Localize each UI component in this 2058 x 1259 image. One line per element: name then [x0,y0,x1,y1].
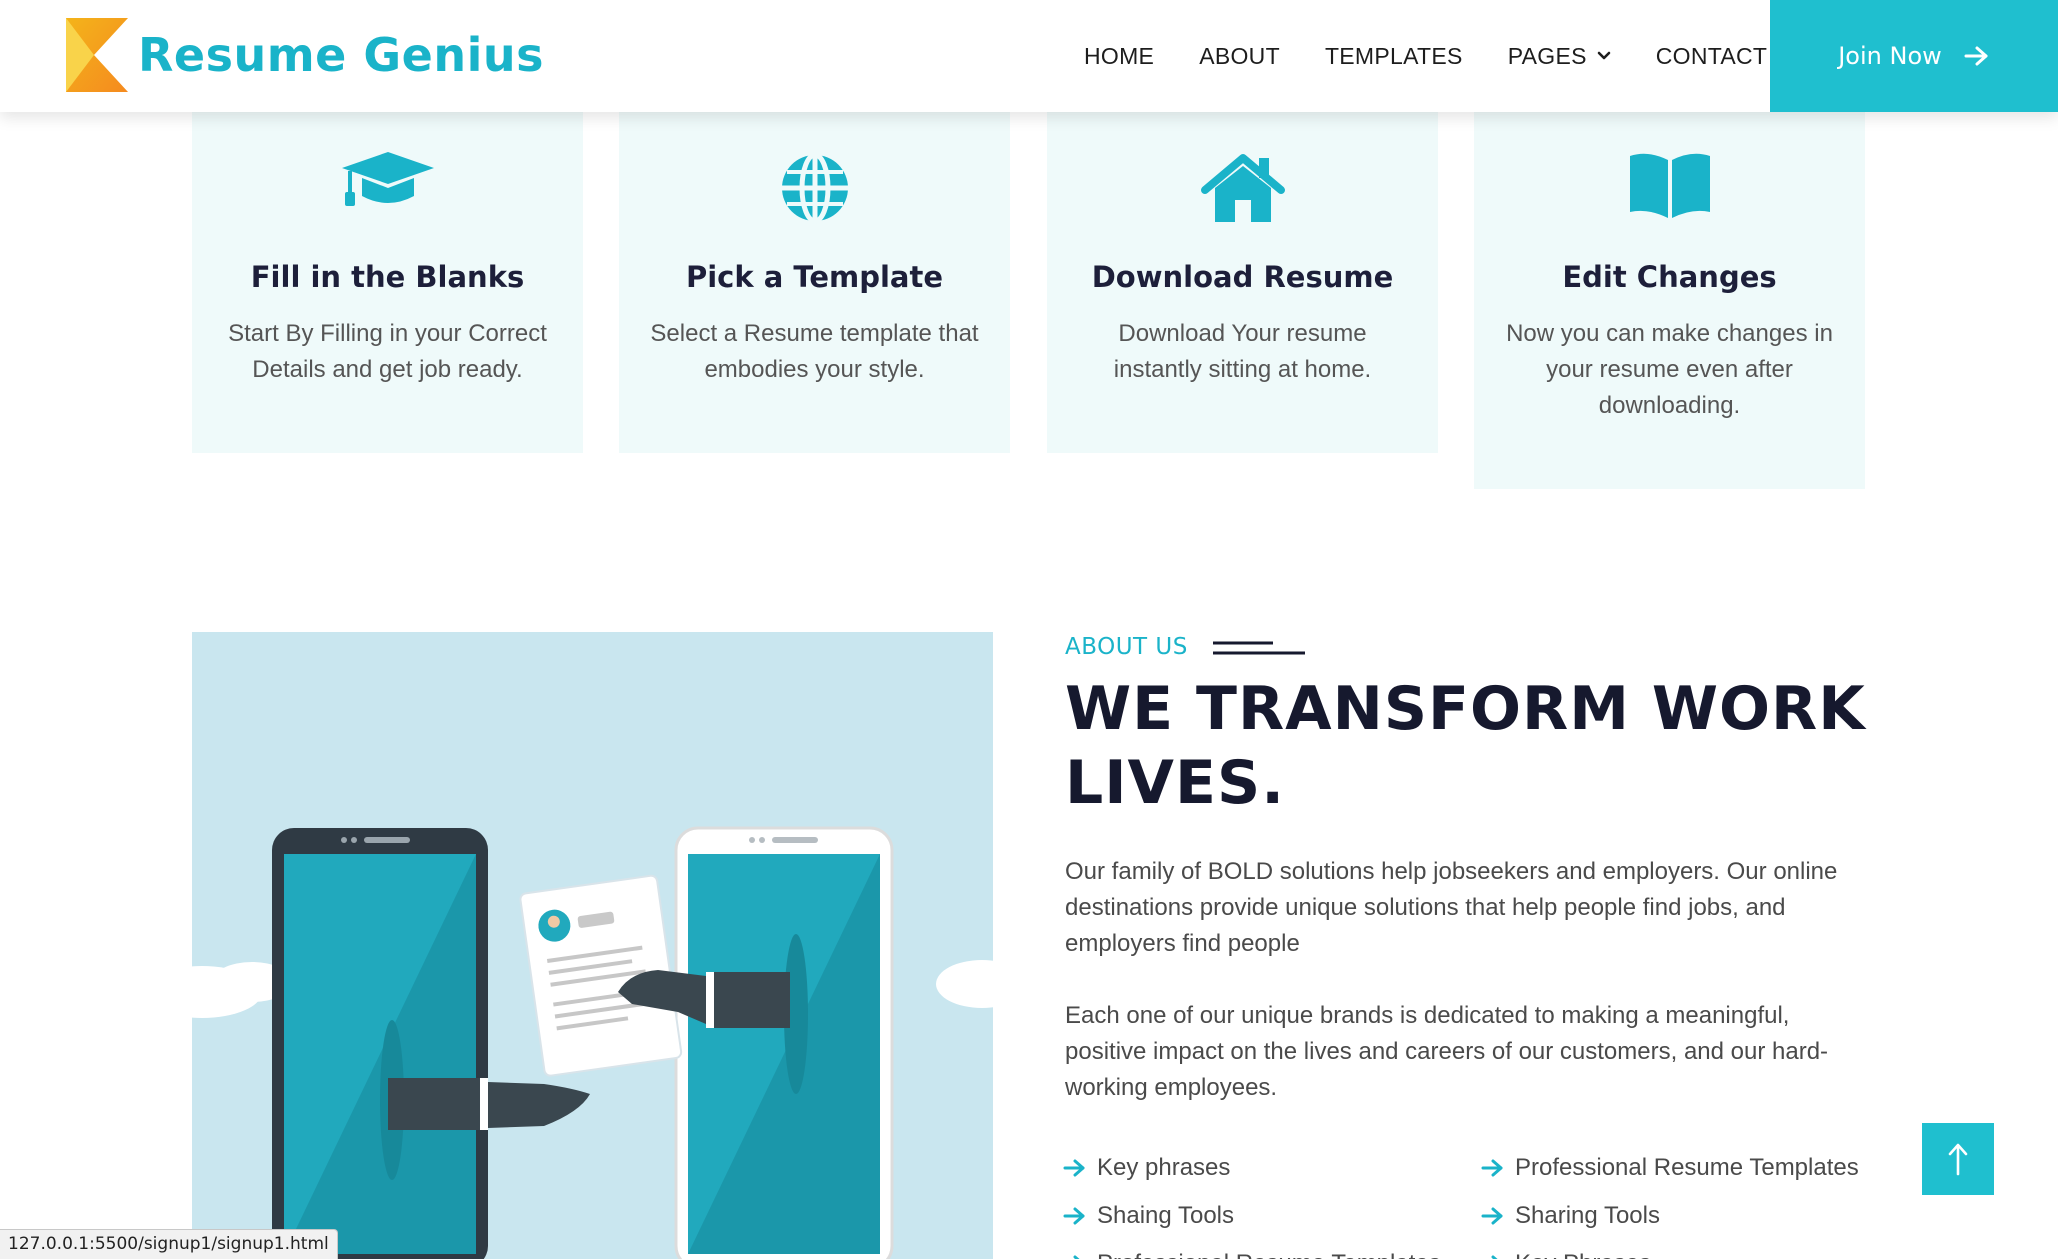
arrow-right-icon [1073,1255,1080,1259]
about-title: WE TRANSFORM WORK LIVES. [1065,674,1866,818]
list-item: Professional Resume Templates [1481,1144,1859,1192]
list-item-label: Key phrases [1097,1154,1231,1181]
arrow-up-icon [1948,1143,1968,1176]
list-item-label: Professional Resume Templates [1097,1250,1441,1259]
join-now-button[interactable]: Join Now [1770,0,2058,112]
card-title: Edit Changes [1562,260,1777,294]
nav-about[interactable]: ABOUT [1199,43,1280,70]
arrow-right-icon [1063,1207,1085,1225]
nav-pages[interactable]: PAGES [1508,43,1611,70]
logo[interactable]: Resume Genius [66,18,544,92]
back-to-top-button[interactable] [1922,1123,1994,1195]
chevron-down-icon [1597,51,1611,60]
main-nav: HOME ABOUT TEMPLATES PAGES CONTACT [1084,0,1812,112]
nav-templates-label: TEMPLATES [1324,42,1463,69]
card-text: Download Your resume instantly sitting a… [1113,320,1372,383]
nav-about-label: ABOUT [1199,42,1280,69]
nav-home[interactable]: HOME [1084,43,1154,70]
arrow-right-icon [1491,1255,1498,1259]
icon-wrap [619,152,1010,224]
icon-wrap [192,152,583,224]
nav-pages-label: PAGES [1507,42,1587,69]
feature-list-left: Key phrases Shaing Tools Professional Re… [1063,1144,1441,1259]
about-paragraph-1: Our family of BOLD solutions help jobsee… [1065,858,1838,957]
card-title: Download Resume [1091,260,1394,294]
nav-templates[interactable]: TEMPLATES [1325,43,1463,70]
list-item: Sharing Tools [1481,1192,1859,1240]
about-tag: ABOUT US [1065,634,1188,660]
card-text: Select a Resume template that embodies y… [650,320,979,383]
arrow-right-icon [1964,46,1988,66]
feature-card-download-resume: Download Resume Download Your resume ins… [1047,112,1438,453]
icon-wrap [1047,152,1438,224]
nav-contact[interactable]: CONTACT [1656,43,1768,70]
logo-mark-icon [66,18,128,92]
site-header: Resume Genius HOME ABOUT TEMPLATES PAGES… [0,0,2058,112]
browser-status-url: 127.0.0.1:5500/signup1/signup1.html [0,1229,338,1259]
nav-contact-label: CONTACT [1655,42,1768,69]
logo-text: Resume Genius [138,28,544,82]
arrow-right-icon [1481,1207,1503,1225]
list-item: Key Phrases [1481,1240,1859,1259]
tag-decoration-lines [1213,641,1305,655]
card-text: Now you can make changes in your resume … [1506,320,1833,419]
list-item-label: Professional Resume Templates [1515,1154,1859,1181]
about-paragraph-2: Each one of our unique brands is dedicat… [1065,1002,1829,1101]
nav-home-label: HOME [1084,42,1155,69]
feature-card-fill-blanks: Fill in the Blanks Start By Filling in y… [192,112,583,453]
list-item: Key phrases [1063,1144,1441,1192]
card-title: Pick a Template [685,260,944,294]
book-open-icon [1629,153,1710,218]
graduation-cap-icon [341,152,434,206]
card-text: Start By Filling in your Correct Details… [228,320,547,383]
feature-card-edit-changes: Edit Changes Now you can make changes in… [1474,112,1865,489]
join-now-label: Join Now [1838,42,1942,70]
home-icon [1200,154,1285,222]
feature-list-right: Professional Resume Templates Sharing To… [1481,1144,1859,1259]
about-illustration [192,632,993,1259]
list-item-label: Shaing Tools [1097,1202,1234,1229]
globe-icon [781,152,848,224]
icon-wrap [1474,152,1865,224]
phones-resume-handoff-illustration [192,826,993,1259]
list-item-label: Key Phrases [1515,1250,1651,1259]
card-title: Fill in the Blanks [250,260,525,294]
arrow-right-icon [1063,1159,1085,1177]
list-item: Professional Resume Templates [1063,1240,1441,1259]
list-item: Shaing Tools [1063,1192,1441,1240]
list-item-label: Sharing Tools [1515,1202,1660,1229]
arrow-right-icon [1481,1159,1503,1177]
feature-card-pick-template: Pick a Template Select a Resume template… [619,112,1010,453]
